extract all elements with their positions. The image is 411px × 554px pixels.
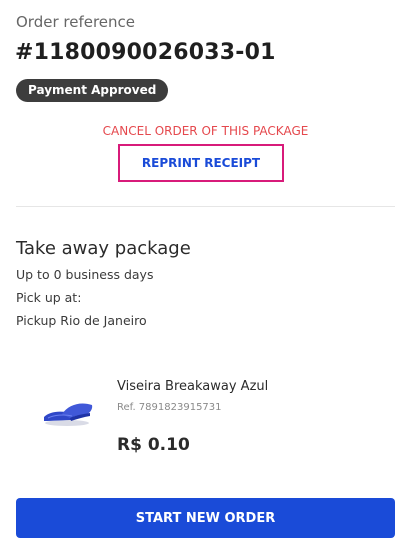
order-reference-label: Order reference — [16, 13, 136, 31]
status-badge: Payment Approved — [16, 79, 169, 102]
product-image — [40, 393, 96, 431]
reprint-receipt-label: REPRINT RECEIPT — [141, 156, 261, 170]
visor-icon — [44, 403, 93, 426]
start-new-order-button[interactable]: START NEW ORDER — [16, 498, 395, 538]
cancel-order-link[interactable]: CANCEL ORDER OF THIS PACKAGE — [0, 124, 411, 138]
delivery-eta: Up to 0 business days — [16, 267, 154, 282]
order-number: #1180090026033-01 — [15, 40, 276, 65]
pickup-label: Pick up at: — [16, 290, 82, 305]
pickup-location: Pickup Rio de Janeiro — [16, 313, 147, 328]
reprint-receipt-button[interactable]: REPRINT RECEIPT — [118, 144, 284, 182]
section-divider — [16, 206, 395, 207]
start-new-order-label: START NEW ORDER — [135, 510, 276, 526]
delivery-title: Take away package — [16, 238, 191, 259]
product-price: R$ 0.10 — [117, 435, 190, 455]
product-name: Viseira Breakaway Azul — [117, 379, 269, 394]
product-ref: Ref. 7891823915731 — [117, 402, 222, 413]
